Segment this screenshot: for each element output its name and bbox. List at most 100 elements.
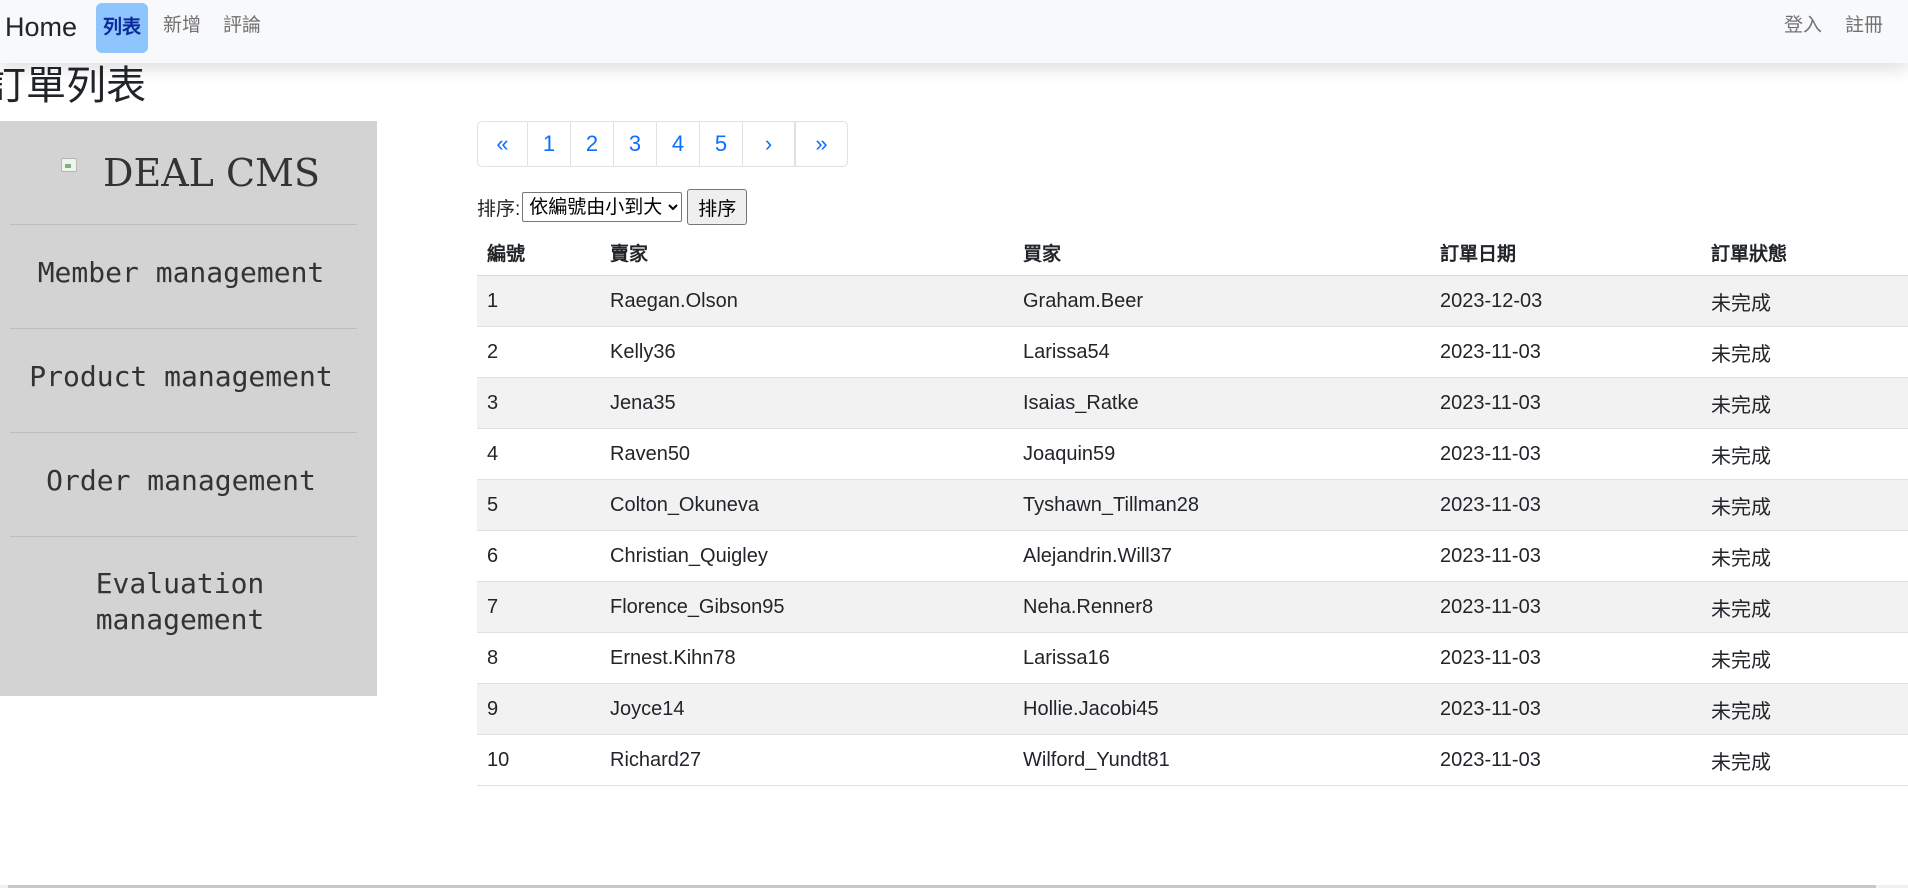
cell-order-date: 2023-11-03 <box>1430 377 1701 429</box>
cell-seller: Jena35 <box>600 377 1013 429</box>
cell-buyer: Hollie.Jacobi45 <box>1013 683 1430 735</box>
cell-seller: Colton_Okuneva <box>600 479 1013 531</box>
cell-seller: Raegan.Olson <box>600 275 1013 327</box>
table-row: 3 Jena35 Isaias_Ratke 2023-11-03 未完成 <box>477 377 1908 429</box>
cell-seller: Raven50 <box>600 428 1013 480</box>
sidebar-divider <box>10 224 357 225</box>
table-row: 8 Ernest.Kihn78 Larissa16 2023-11-03 未完成 <box>477 632 1908 684</box>
column-header-order-status: 訂單狀態 <box>1701 229 1908 276</box>
nav-link-add[interactable]: 新增 <box>163 12 201 40</box>
sidebar-item-product-management[interactable]: Product management <box>0 359 362 395</box>
sort-controls: 排序: 依編號由小到大 排序 <box>477 189 748 225</box>
table-row: 9 Joyce14 Hollie.Jacobi45 2023-11-03 未完成 <box>477 683 1908 735</box>
cell-id: 7 <box>477 581 600 633</box>
last-page-button[interactable]: » <box>795 121 848 167</box>
cell-order-status: 未完成 <box>1701 479 1908 531</box>
cell-id: 6 <box>477 530 600 582</box>
cell-order-status: 未完成 <box>1701 581 1908 633</box>
cell-id: 1 <box>477 275 600 327</box>
cell-seller: Christian_Quigley <box>600 530 1013 582</box>
orders-table: 編號 賣家 買家 訂單日期 訂單狀態 1 Raegan.Olson Graham… <box>477 229 1908 786</box>
cell-buyer: Tyshawn_Tillman28 <box>1013 479 1430 531</box>
table-row: 5 Colton_Okuneva Tyshawn_Tillman28 2023-… <box>477 479 1908 531</box>
cell-order-date: 2023-11-03 <box>1430 581 1701 633</box>
table-row: 1 Raegan.Olson Graham.Beer 2023-12-03 未完… <box>477 275 1908 327</box>
first-page-button[interactable]: « <box>477 121 528 167</box>
page-button-2[interactable]: 2 <box>571 121 614 167</box>
cell-buyer: Larissa54 <box>1013 326 1430 378</box>
cell-buyer: Wilford_Yundt81 <box>1013 734 1430 786</box>
cell-order-status: 未完成 <box>1701 326 1908 378</box>
cell-order-status: 未完成 <box>1701 530 1908 582</box>
column-header-seller: 賣家 <box>600 229 1013 276</box>
logo-image-icon <box>57 156 81 190</box>
table-header-row: 編號 賣家 買家 訂單日期 訂單狀態 <box>477 229 1908 276</box>
sort-button[interactable]: 排序 <box>687 189 748 225</box>
cell-buyer: Larissa16 <box>1013 632 1430 684</box>
cell-order-status: 未完成 <box>1701 275 1908 327</box>
cell-buyer: Alejandrin.Will37 <box>1013 530 1430 582</box>
cell-buyer: Joaquin59 <box>1013 428 1430 480</box>
cell-id: 4 <box>477 428 600 480</box>
cell-id: 9 <box>477 683 600 735</box>
cell-buyer: Isaias_Ratke <box>1013 377 1430 429</box>
cell-order-date: 2023-11-03 <box>1430 530 1701 582</box>
nav-link-list[interactable]: 列表 <box>96 3 149 53</box>
sidebar-item-member-management[interactable]: Member management <box>0 255 362 291</box>
cell-order-date: 2023-12-03 <box>1430 275 1701 327</box>
page-button-4[interactable]: 4 <box>657 121 700 167</box>
top-navbar: Home 列表 新增 評論 登入 註冊 <box>0 0 1908 63</box>
register-link[interactable]: 註冊 <box>1845 12 1883 40</box>
cell-seller: Florence_Gibson95 <box>600 581 1013 633</box>
sidebar-divider <box>10 536 357 537</box>
page-button-1[interactable]: 1 <box>528 121 571 167</box>
sidebar-divider <box>10 328 357 329</box>
cell-id: 10 <box>477 734 600 786</box>
cell-order-date: 2023-11-03 <box>1430 683 1701 735</box>
column-header-buyer: 買家 <box>1013 229 1430 276</box>
table-row: 4 Raven50 Joaquin59 2023-11-03 未完成 <box>477 428 1908 480</box>
sidebar: DEAL CMS Member management Product manag… <box>0 121 377 696</box>
nav-link-comments[interactable]: 評論 <box>223 12 261 40</box>
cell-order-date: 2023-11-03 <box>1430 326 1701 378</box>
column-header-order-date: 訂單日期 <box>1430 229 1701 276</box>
cell-order-status: 未完成 <box>1701 428 1908 480</box>
cell-id: 5 <box>477 479 600 531</box>
sort-label: 排序: <box>477 198 521 220</box>
cell-seller: Joyce14 <box>600 683 1013 735</box>
cell-order-date: 2023-11-03 <box>1430 479 1701 531</box>
cell-order-status: 未完成 <box>1701 377 1908 429</box>
cell-seller: Kelly36 <box>600 326 1013 378</box>
sort-select[interactable]: 依編號由小到大 <box>522 192 683 222</box>
table-row: 6 Christian_Quigley Alejandrin.Will37 20… <box>477 530 1908 582</box>
page-button-5[interactable]: 5 <box>700 121 743 167</box>
cell-order-date: 2023-11-03 <box>1430 734 1701 786</box>
cell-id: 8 <box>477 632 600 684</box>
cell-seller: Richard27 <box>600 734 1013 786</box>
cell-id: 2 <box>477 326 600 378</box>
column-header-id: 編號 <box>477 229 600 276</box>
table-row: 2 Kelly36 Larissa54 2023-11-03 未完成 <box>477 326 1908 378</box>
cell-buyer: Graham.Beer <box>1013 275 1430 327</box>
home-link[interactable]: Home <box>5 9 77 45</box>
cell-order-date: 2023-11-03 <box>1430 632 1701 684</box>
sidebar-item-order-management[interactable]: Order management <box>0 463 362 499</box>
sidebar-brand: DEAL CMS <box>0 121 377 224</box>
next-page-button[interactable]: › <box>743 121 795 167</box>
login-link[interactable]: 登入 <box>1784 12 1822 40</box>
cell-seller: Ernest.Kihn78 <box>600 632 1013 684</box>
cell-order-status: 未完成 <box>1701 632 1908 684</box>
table-row: 10 Richard27 Wilford_Yundt81 2023-11-03 … <box>477 734 1908 786</box>
page-title: 訂單列表 <box>0 64 146 108</box>
table-row: 7 Florence_Gibson95 Neha.Renner8 2023-11… <box>477 581 1908 633</box>
sidebar-item-evaluation-management[interactable]: Evaluation management <box>0 566 360 638</box>
cell-id: 3 <box>477 377 600 429</box>
sidebar-divider <box>10 432 357 433</box>
cell-order-date: 2023-11-03 <box>1430 428 1701 480</box>
sidebar-brand-label: DEAL CMS <box>103 150 320 195</box>
pagination: « 1 2 3 4 5 › » <box>477 121 848 167</box>
cell-buyer: Neha.Renner8 <box>1013 581 1430 633</box>
cell-order-status: 未完成 <box>1701 683 1908 735</box>
cell-order-status: 未完成 <box>1701 734 1908 786</box>
page-button-3[interactable]: 3 <box>614 121 657 167</box>
